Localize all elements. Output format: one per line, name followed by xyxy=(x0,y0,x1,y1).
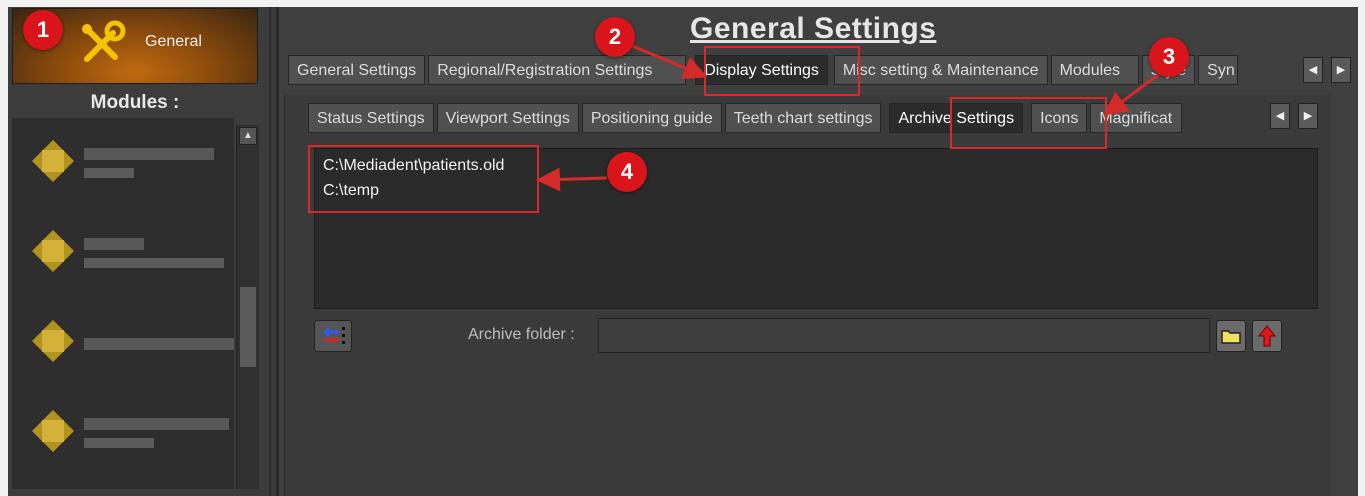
annotation-badge-1: 1 xyxy=(23,10,63,50)
annotation-badge-4: 4 xyxy=(607,152,647,192)
annotation-badge-2: 2 xyxy=(595,17,635,57)
annotation-badge-3: 3 xyxy=(1149,37,1189,77)
